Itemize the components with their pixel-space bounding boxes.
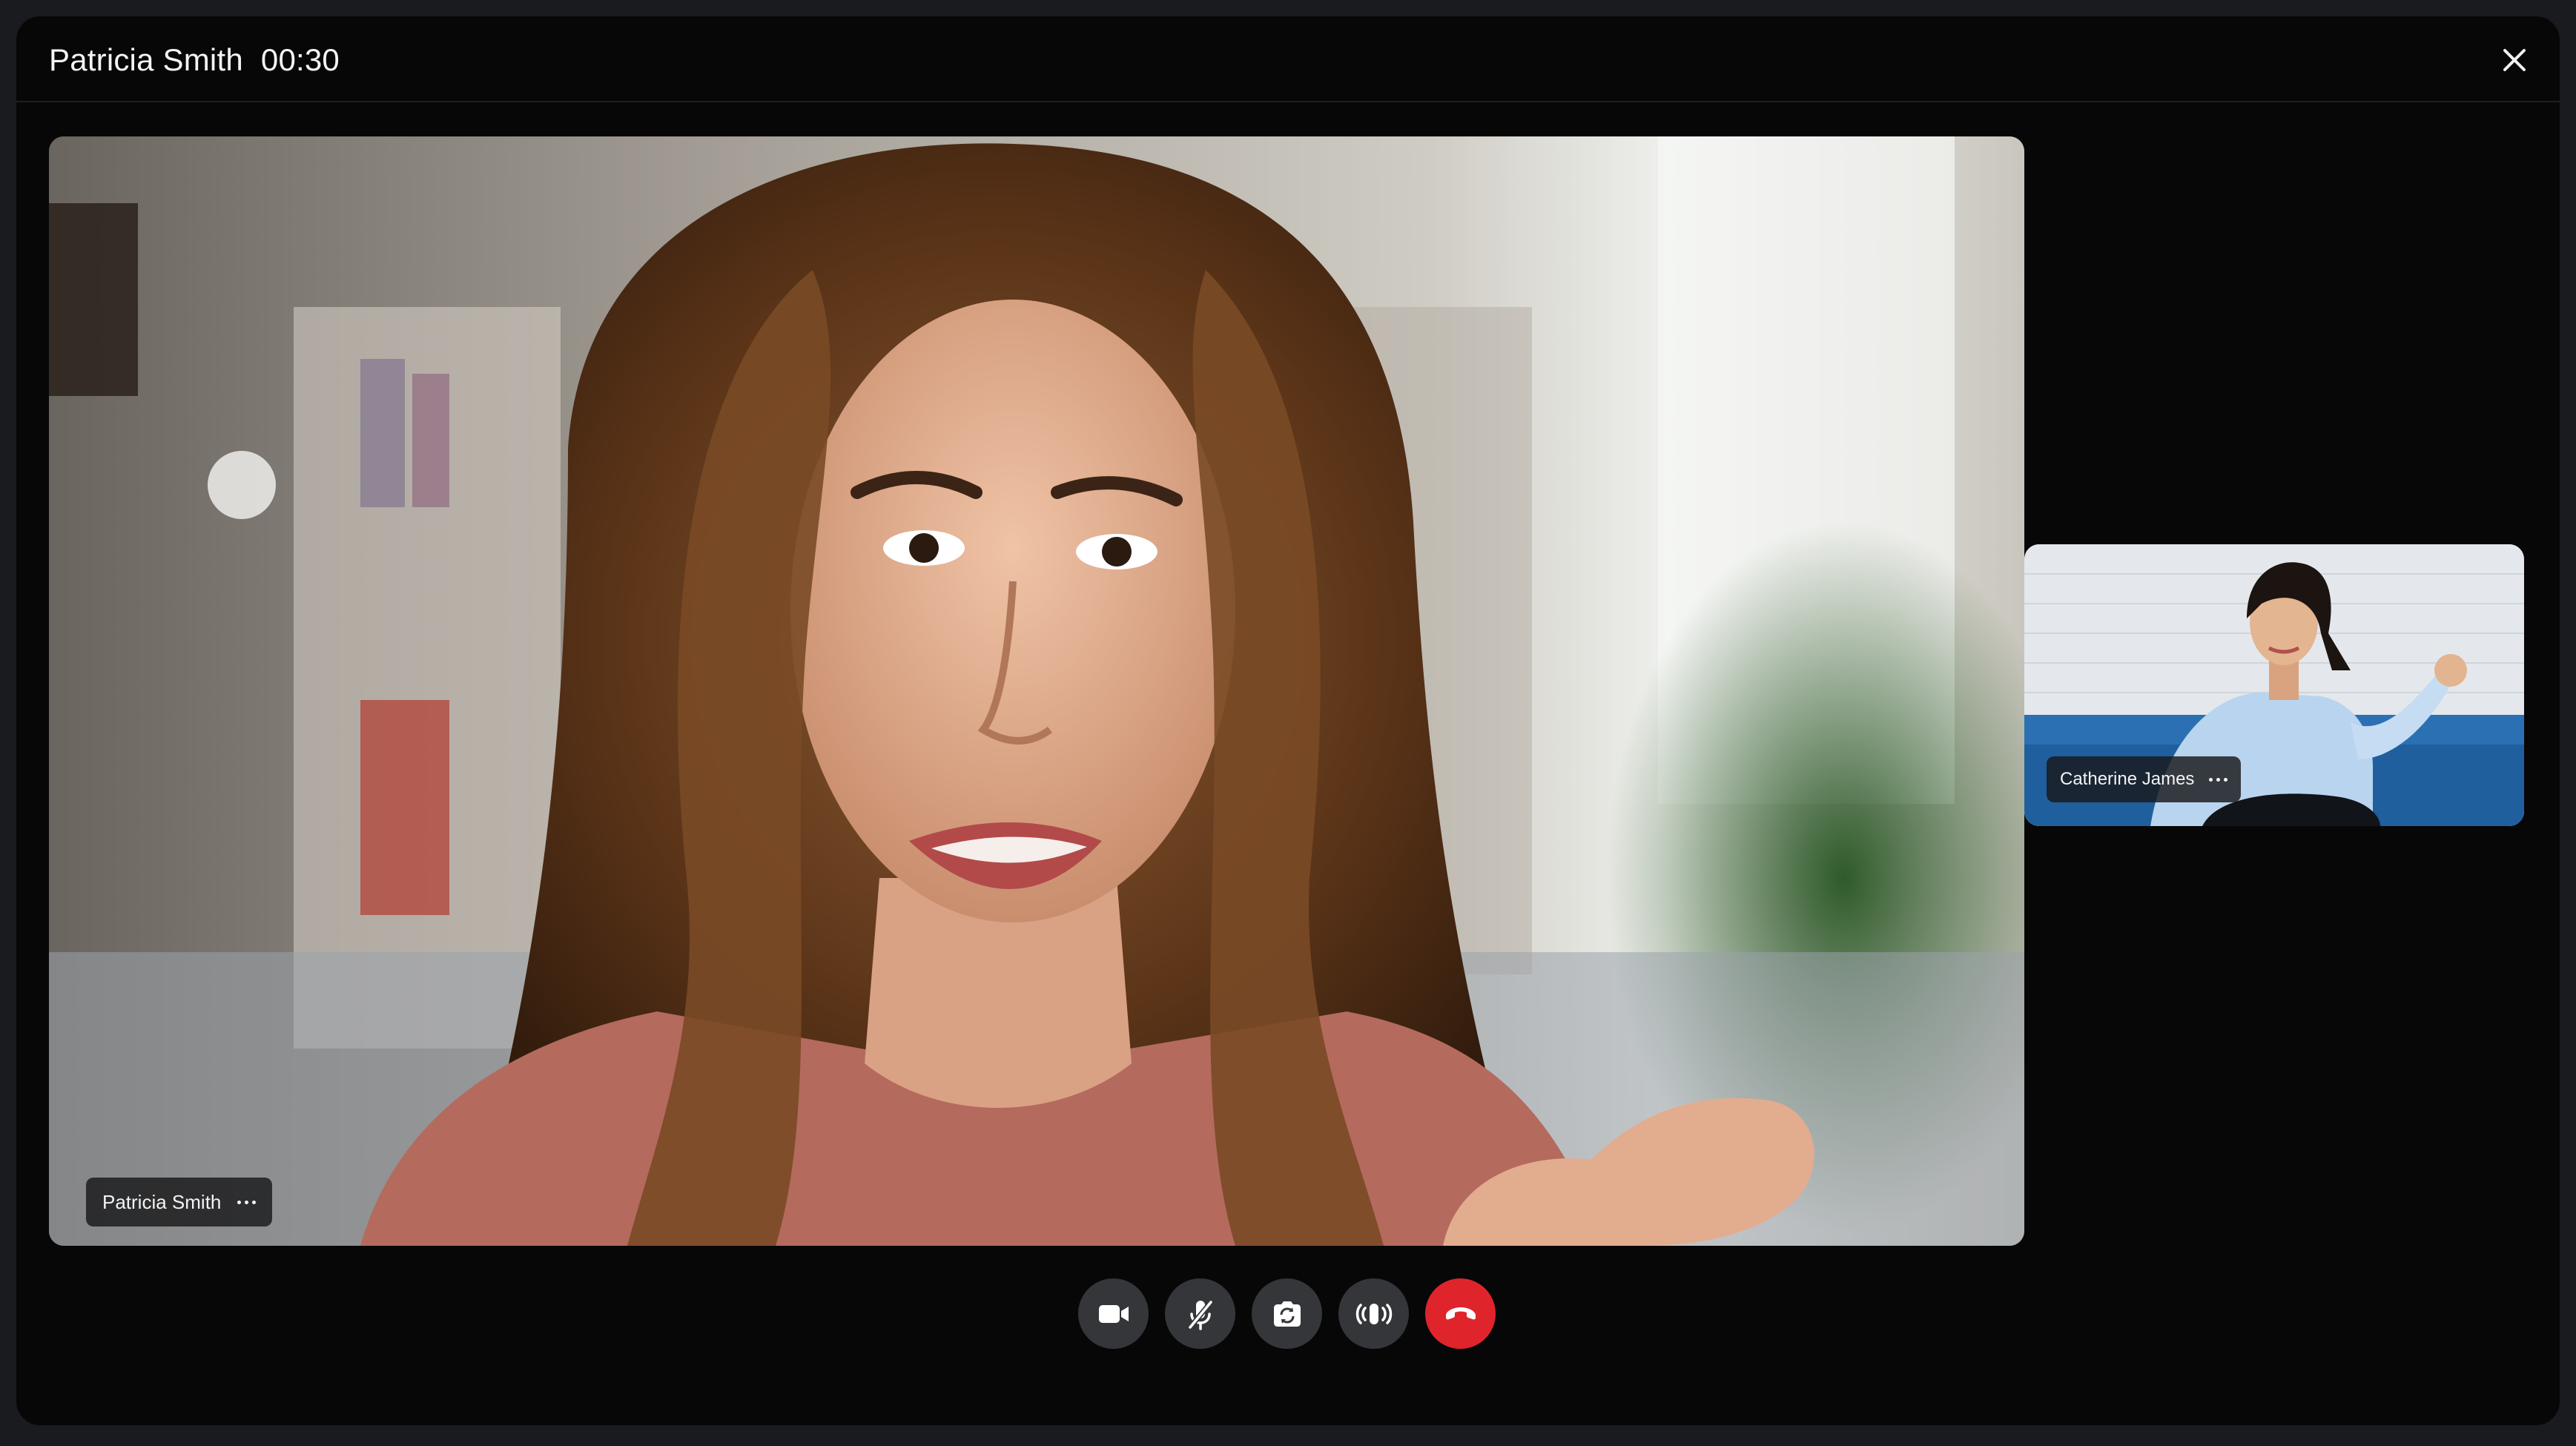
call-timer: 00:30 bbox=[260, 42, 340, 77]
mute-toggle-button[interactable] bbox=[1165, 1278, 1235, 1349]
close-icon bbox=[2503, 49, 2526, 71]
call-title: Patricia Smith 00:30 bbox=[49, 42, 340, 79]
side-video-feed[interactable]: Catherine James bbox=[2024, 544, 2524, 826]
switch-camera-button[interactable] bbox=[1252, 1278, 1322, 1349]
video-camera-icon bbox=[1098, 1304, 1129, 1323]
end-call-button[interactable] bbox=[1425, 1278, 1496, 1349]
speaker-icon bbox=[1355, 1303, 1392, 1324]
caller-name: Patricia Smith bbox=[49, 42, 243, 77]
speaker-toggle-button[interactable] bbox=[1338, 1278, 1409, 1349]
title-bar: Patricia Smith 00:30 bbox=[16, 16, 2560, 102]
main-participant-chip[interactable]: Patricia Smith bbox=[86, 1178, 273, 1227]
camera-toggle-button[interactable] bbox=[1078, 1278, 1149, 1349]
more-options-icon[interactable] bbox=[2209, 777, 2228, 782]
main-video-image bbox=[49, 136, 2024, 1246]
video-call-window: Patricia Smith 00:30 Patricia Smith Cath… bbox=[16, 16, 2560, 1425]
side-participant-chip[interactable]: Catherine James bbox=[2047, 756, 2242, 802]
hang-up-icon bbox=[1445, 1307, 1476, 1319]
main-video-feed[interactable]: Patricia Smith bbox=[49, 136, 2024, 1246]
close-button[interactable] bbox=[2497, 43, 2532, 77]
call-controls bbox=[1078, 1278, 1496, 1349]
main-participant-name: Patricia Smith bbox=[102, 1190, 222, 1213]
side-participant-name: Catherine James bbox=[2060, 769, 2195, 789]
switch-camera-icon bbox=[1273, 1301, 1301, 1327]
microphone-off-icon bbox=[1187, 1300, 1213, 1330]
more-options-icon[interactable] bbox=[237, 1200, 257, 1204]
